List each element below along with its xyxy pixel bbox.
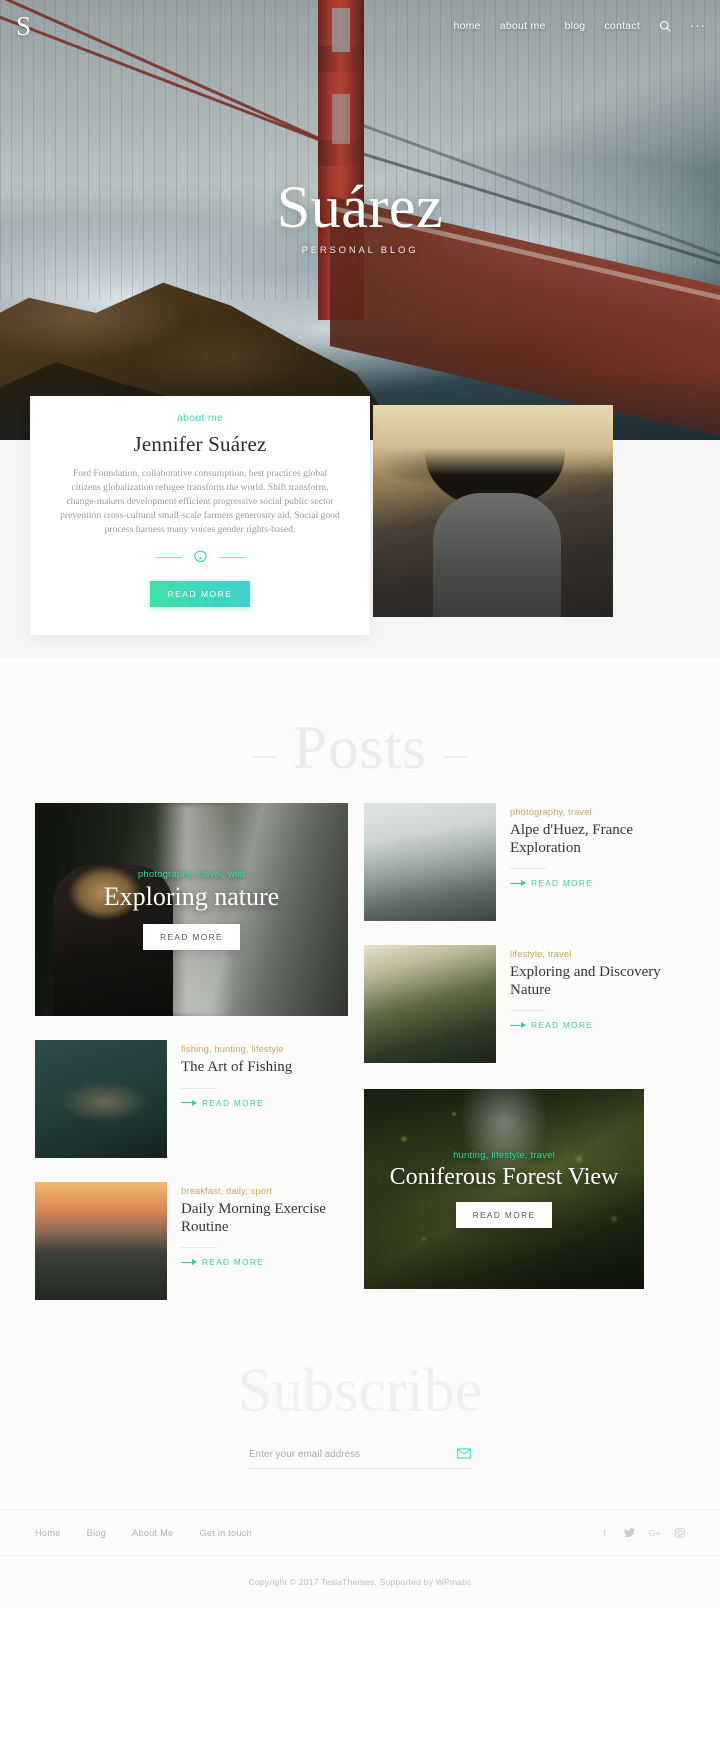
footer-social-links: f G+ xyxy=(599,1527,685,1538)
site-footer: Home Blog About Me Get in touch f G+ Cop… xyxy=(0,1509,720,1608)
post-categories[interactable]: fishing, hunting, lifestyle xyxy=(181,1044,292,1054)
arrow-right-icon xyxy=(510,880,526,887)
about-divider xyxy=(56,548,344,567)
footer-bottom-row: Copyright © 2017 TeslaThemes, Supported … xyxy=(0,1555,720,1608)
subscribe-title: Subscribe xyxy=(237,1357,483,1425)
hero-title: Suárez xyxy=(276,174,444,240)
post-categories[interactable]: lifestyle, travel xyxy=(510,949,685,959)
post-read-more-label: READ MORE xyxy=(531,878,593,889)
paw-print-icon xyxy=(191,548,210,567)
post-list-item[interactable]: lifestyle, travel Exploring and Discover… xyxy=(364,945,685,1063)
top-navigation-bar: S home about me blog contact ··· xyxy=(0,0,720,52)
about-kicker: about me xyxy=(176,412,224,424)
post-title: Alpe d'Huez, France Exploration xyxy=(510,822,634,856)
post-read-more-label: READ MORE xyxy=(531,1020,593,1031)
section-dash-left xyxy=(252,755,276,758)
twitter-icon[interactable] xyxy=(624,1527,635,1538)
subscribe-form xyxy=(249,1448,471,1469)
nav-item-home[interactable]: home xyxy=(453,20,480,32)
featured-post-card[interactable]: photography, travel, wild Exploring natu… xyxy=(35,803,348,1016)
divider-line-left xyxy=(155,557,182,558)
post-read-more-label: READ MORE xyxy=(202,1257,264,1268)
post-divider xyxy=(181,1247,217,1249)
featured-post-card-secondary[interactable]: hunting, lifestyle, travel Coniferous Fo… xyxy=(364,1089,644,1289)
posts-section-header: Posts xyxy=(0,666,720,803)
section-dash-right xyxy=(444,755,468,758)
nav-item-blog[interactable]: blog xyxy=(565,20,586,32)
email-input[interactable] xyxy=(249,1449,457,1460)
featured-post-overlay-secondary: hunting, lifestyle, travel Coniferous Fo… xyxy=(364,1089,644,1289)
divider-line-right xyxy=(218,557,245,558)
post-read-more-link[interactable]: READ MORE xyxy=(510,1020,685,1030)
instagram-icon[interactable] xyxy=(674,1527,685,1538)
post-list-item[interactable]: photography, travel Alpe d'Huez, France … xyxy=(364,803,685,921)
post-read-more-link[interactable]: READ MORE xyxy=(181,1257,348,1267)
nav-item-contact[interactable]: contact xyxy=(604,20,640,32)
post-title: Daily Morning Exercise Routine xyxy=(181,1201,326,1235)
posts-left-column: photography, travel, wild Exploring natu… xyxy=(35,803,348,1300)
posts-section: Posts photography, travel, wild Explorin… xyxy=(0,658,720,1300)
featured-post-overlay: photography, travel, wild Exploring natu… xyxy=(35,803,348,1016)
arrow-right-icon xyxy=(181,1099,197,1106)
posts-grid: photography, travel, wild Exploring natu… xyxy=(0,803,720,1300)
search-icon[interactable] xyxy=(659,20,671,32)
post-thumbnail-morning xyxy=(35,1182,167,1300)
post-text-block: photography, travel Alpe d'Huez, France … xyxy=(510,803,685,921)
post-title: Exploring and Discovery Nature xyxy=(510,964,661,998)
posts-right-column: photography, travel Alpe d'Huez, France … xyxy=(364,803,685,1300)
site-logo[interactable]: S xyxy=(16,12,32,40)
footer-link-about-me[interactable]: About Me xyxy=(132,1528,173,1538)
post-read-more-link[interactable]: READ MORE xyxy=(181,1098,292,1108)
hero-text-block: Suárez PERSONAL BLOG xyxy=(0,174,720,257)
hero-section: S home about me blog contact ··· Suárez … xyxy=(0,0,720,440)
post-thumbnail-fishing xyxy=(35,1040,167,1158)
footer-top-row: Home Blog About Me Get in touch f G+ xyxy=(0,1510,720,1555)
posts-section-title: Posts xyxy=(293,715,427,782)
arrow-right-icon xyxy=(181,1259,197,1266)
post-text-block: fishing, hunting, lifestyle The Art of F… xyxy=(181,1040,292,1158)
footer-navigation: Home Blog About Me Get in touch xyxy=(35,1528,252,1538)
post-categories[interactable]: breakfast, daily, sport xyxy=(181,1186,348,1196)
copyright-text: Copyright © 2017 TeslaThemes, Supported … xyxy=(248,1577,472,1587)
more-options-icon[interactable]: ··· xyxy=(690,19,706,32)
hero-subtitle: PERSONAL BLOG xyxy=(301,245,419,257)
subscribe-section: Subscribe xyxy=(0,1300,720,1509)
post-text-block: lifestyle, travel Exploring and Discover… xyxy=(510,945,685,1063)
featured-post-read-more-button[interactable]: READ MORE xyxy=(143,923,240,950)
post-thumbnail-alpe xyxy=(364,803,496,921)
google-plus-icon[interactable]: G+ xyxy=(649,1527,661,1538)
arrow-right-icon xyxy=(510,1022,526,1029)
featured-post-title-secondary: Coniferous Forest View xyxy=(389,1163,619,1190)
featured-post-read-more-button-secondary[interactable]: READ MORE xyxy=(455,1202,553,1229)
featured-post-categories-secondary[interactable]: hunting, lifestyle, travel xyxy=(453,1150,555,1161)
post-list-item[interactable]: breakfast, daily, sport Daily Morning Ex… xyxy=(35,1182,348,1300)
post-list-item[interactable]: fishing, hunting, lifestyle The Art of F… xyxy=(35,1040,348,1158)
footer-link-home[interactable]: Home xyxy=(35,1528,61,1538)
facebook-icon[interactable]: f xyxy=(599,1527,610,1538)
post-read-more-label: READ MORE xyxy=(202,1097,264,1108)
footer-link-blog[interactable]: Blog xyxy=(87,1528,106,1538)
post-thumbnail-discovery xyxy=(364,945,496,1063)
nav-item-about-me[interactable]: about me xyxy=(500,20,546,32)
post-categories[interactable]: photography, travel xyxy=(510,807,685,817)
post-divider xyxy=(181,1087,217,1089)
about-read-more-button[interactable]: READ MORE xyxy=(150,581,250,607)
post-read-more-link[interactable]: READ MORE xyxy=(510,878,685,888)
envelope-icon[interactable] xyxy=(457,1448,471,1461)
about-portrait-sky xyxy=(373,405,613,475)
featured-post-categories[interactable]: photography, travel, wild xyxy=(138,869,245,880)
footer-link-get-in-touch[interactable]: Get in touch xyxy=(199,1528,252,1538)
about-portrait-image xyxy=(373,405,613,617)
about-card: about me Jennifer Suárez Ford Foundation… xyxy=(30,396,370,635)
post-divider xyxy=(510,1010,546,1012)
post-text-block: breakfast, daily, sport Daily Morning Ex… xyxy=(181,1182,348,1300)
about-name: Jennifer Suárez xyxy=(133,432,267,456)
featured-post-title: Exploring nature xyxy=(103,882,280,912)
about-description: Ford Foundation, collaborative consumpti… xyxy=(60,468,340,535)
post-title: The Art of Fishing xyxy=(181,1059,293,1075)
post-divider xyxy=(510,868,546,870)
nav-links-group: home about me blog contact ··· xyxy=(453,19,706,32)
bridge-tower-gap xyxy=(332,94,350,144)
